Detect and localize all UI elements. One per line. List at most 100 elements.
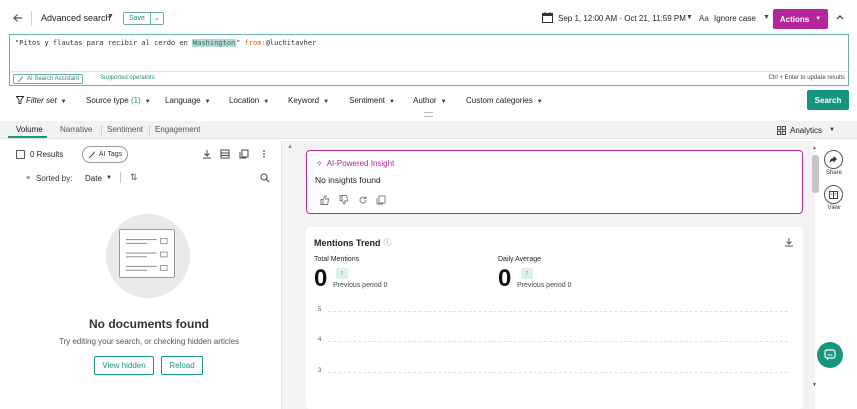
query-operator: from:: [244, 39, 266, 47]
more-options-icon[interactable]: [259, 149, 269, 159]
source-type-dropdown[interactable]: Source type (1) ▼: [86, 96, 151, 105]
reload-button[interactable]: Reload: [161, 356, 203, 375]
view-columns-icon: [829, 190, 838, 199]
update-hint: Ctrl + Enter to update results: [768, 75, 845, 81]
regenerate-icon[interactable]: [358, 195, 368, 205]
tab-engagement[interactable]: Engagement: [155, 125, 200, 134]
total-mentions-value: 0: [314, 265, 328, 292]
chat-button[interactable]: [817, 342, 843, 368]
query-footer: AI Search Assistant Supported operators …: [9, 71, 849, 86]
chat-icon: [824, 349, 836, 361]
language-label: Language: [165, 96, 201, 105]
custom-categories-dropdown[interactable]: Custom categories ▼: [466, 96, 543, 105]
search-icon[interactable]: [260, 173, 270, 183]
keyword-dropdown[interactable]: Keyword ▼: [288, 96, 329, 105]
case-dropdown-icon[interactable]: ▼: [763, 14, 770, 21]
total-previous-period: Previous period 0: [333, 282, 388, 289]
query-text[interactable]: "Pitos y flautas para recibir al cerdo e…: [15, 39, 316, 47]
actions-button[interactable]: Actions ▼: [773, 9, 828, 29]
divider: [31, 11, 32, 26]
share-button[interactable]: [824, 150, 843, 169]
location-dropdown[interactable]: Location ▼: [229, 96, 269, 105]
date-dropdown-icon[interactable]: ▼: [686, 14, 693, 21]
divider: [120, 172, 121, 183]
filter-set-caret-icon: ▼: [60, 99, 67, 105]
query-editor[interactable]: "Pitos y flautas para recibir al cerdo e…: [9, 34, 849, 72]
case-icon: Aa: [699, 14, 709, 23]
thumbs-up-icon[interactable]: [320, 195, 330, 205]
tab-narrative[interactable]: Narrative: [60, 125, 92, 134]
info-icon[interactable]: ⓘ: [384, 237, 392, 248]
analytics-caret-icon[interactable]: ▼: [829, 127, 835, 133]
title-dropdown-icon[interactable]: ▼: [107, 13, 114, 20]
y-axis-tick: 3: [318, 368, 322, 374]
tab-sentiment[interactable]: Sentiment: [107, 125, 143, 134]
ai-search-assistant-label: AI Search Assistant: [27, 76, 80, 82]
trend-up-icon: ↑: [521, 268, 533, 279]
magic-wand-icon: [17, 75, 23, 82]
sort-field-dropdown[interactable]: Date: [85, 174, 102, 183]
y-axis-tick: 4: [318, 337, 322, 343]
ai-insight-title-text: AI-Powered Insight: [326, 159, 395, 168]
empty-state-title: No documents found: [89, 317, 209, 331]
magic-wand-icon: [88, 151, 95, 158]
mentions-trend-title-text: Mentions Trend: [314, 237, 381, 248]
location-label: Location: [229, 96, 260, 105]
panel-splitter[interactable]: [282, 141, 298, 409]
select-all-checkbox[interactable]: [16, 150, 25, 159]
query-highlight: Washington: [192, 39, 237, 47]
author-dropdown[interactable]: Author ▼: [413, 96, 447, 105]
copy-icon[interactable]: [239, 149, 249, 159]
view-hidden-button[interactable]: View hidden: [94, 356, 154, 375]
sentiment-caret-icon: ▼: [389, 99, 395, 105]
case-selector[interactable]: Ignore case: [714, 14, 756, 23]
save-chevron-down-icon[interactable]: ⌄: [151, 13, 163, 24]
ai-insight-card: ✧ AI-Powered Insight No insights found: [306, 150, 803, 214]
tab-divider: [101, 126, 102, 135]
language-dropdown[interactable]: Language ▼: [165, 96, 211, 105]
view-label: View: [827, 205, 841, 211]
sort-direction-icon[interactable]: ⇅: [130, 172, 138, 183]
scrollbar-thumb[interactable]: [812, 155, 819, 193]
location-caret-icon: ▼: [263, 99, 270, 105]
date-range[interactable]: Sep 1, 12:00 AM - Oct 21, 11:59 PM: [558, 14, 686, 23]
supported-operators-link[interactable]: Supported operators: [100, 75, 155, 81]
view-button[interactable]: [824, 185, 843, 204]
filter-set-dropdown[interactable]: Filter set ▼: [16, 96, 67, 105]
actions-label: Actions: [779, 14, 810, 24]
keyword-label: Keyword: [288, 96, 320, 105]
top-bar: Advanced search ▼ Save ⌄ Sep 1, 12:00 AM…: [0, 0, 857, 36]
keyword-caret-icon: ▼: [323, 99, 330, 105]
drag-handle-icon[interactable]: [424, 112, 433, 117]
ai-search-assistant-button[interactable]: AI Search Assistant: [13, 74, 84, 84]
share-label: Share: [825, 170, 842, 176]
list-view-icon[interactable]: [220, 149, 230, 159]
splitter-collapse-icon[interactable]: ▲: [287, 144, 293, 150]
author-label: Author: [413, 96, 437, 105]
sort-field-caret-icon[interactable]: ▼: [106, 175, 112, 181]
download-icon[interactable]: [202, 149, 212, 159]
source-type-label: Source type: [86, 96, 129, 105]
back-arrow-icon[interactable]: [12, 12, 24, 24]
query-phrase-end: ": [236, 39, 245, 47]
copy-icon[interactable]: [376, 195, 386, 205]
filter-bar: Filter set ▼ Source type (1) ▼ Language ▼ L…: [0, 88, 857, 114]
page-title: Advanced search: [41, 13, 111, 23]
custom-categories-label: Custom categories: [466, 96, 533, 105]
ai-tags-button[interactable]: AI Tags: [82, 146, 128, 163]
save-button[interactable]: Save ⌄: [123, 12, 164, 25]
scroll-down-icon[interactable]: ▼: [812, 382, 817, 388]
tab-volume[interactable]: Volume: [16, 125, 43, 134]
ai-insight-title: ✧ AI-Powered Insight: [316, 159, 394, 168]
collapse-icon[interactable]: [835, 12, 845, 22]
search-button[interactable]: Search: [807, 90, 849, 110]
calendar-icon[interactable]: [542, 12, 553, 23]
sparkle-icon: ✧: [316, 159, 323, 168]
sort-icon: ≡: [26, 175, 31, 182]
scroll-up-icon[interactable]: ▲: [812, 145, 817, 151]
analytics-dropdown[interactable]: Analytics: [790, 126, 822, 135]
right-rail: [815, 141, 857, 409]
thumbs-down-icon[interactable]: [339, 195, 349, 205]
sentiment-dropdown[interactable]: Sentiment ▼: [349, 96, 395, 105]
download-icon[interactable]: [784, 237, 794, 247]
